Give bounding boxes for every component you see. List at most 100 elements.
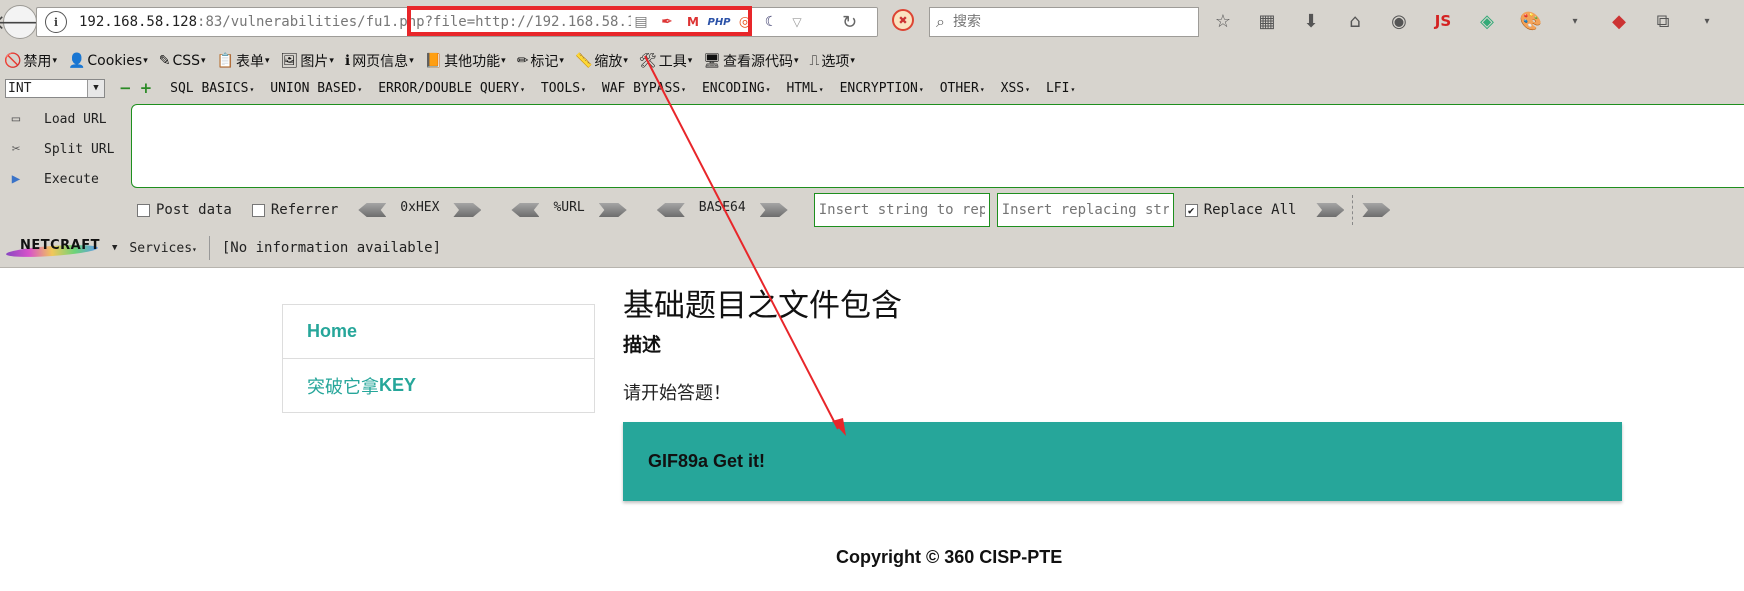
menu-item[interactable]: 📏 缩放 ▾ (575, 51, 628, 71)
chevron-down-icon: ▾ (765, 84, 771, 94)
hackbar-menu-label: ENCODING (701, 80, 765, 96)
search-box[interactable]: ⌕ (929, 7, 1199, 37)
load-url-button[interactable]: ▭ Load URL (6, 104, 114, 134)
hex-label: 0xHEX (400, 199, 440, 215)
hackbar-menu[interactable]: WAF BYPASS▾ (602, 81, 686, 96)
hackbar-menu[interactable]: XSS▾ (1001, 81, 1030, 96)
hackbar-menu-label: OTHER (939, 80, 979, 96)
hackbar-menu-label: SQL BASICS (170, 80, 249, 96)
js-toggle-icon[interactable]: JS (1430, 8, 1456, 34)
hackbar-menu-label: ENCRYPTION (839, 80, 918, 96)
clipboard-icon[interactable]: ⧉ (1650, 8, 1676, 34)
addon-dropdown-icon[interactable]: ▾ (1562, 8, 1588, 34)
menu-item[interactable]: 🚫 禁用 ▾ (4, 51, 57, 71)
form-icon: 📋 (216, 53, 235, 69)
netcraft-dropdown-icon[interactable]: ▼ (112, 243, 117, 253)
hackbar-menu[interactable]: ERROR/DOUBLE QUERY▾ (378, 81, 525, 96)
hackbar-menu[interactable]: LFI▾ (1046, 81, 1075, 96)
menu-item[interactable]: 👤 Cookies ▾ (68, 53, 148, 69)
home-icon[interactable]: ⌂ (1342, 8, 1368, 34)
menu-item[interactable]: 🖥 查看源代码 ▾ (703, 51, 798, 71)
menu-item-label: Cookies (87, 53, 143, 69)
url-decode-arrow-icon[interactable] (598, 203, 627, 217)
referrer-checkbox[interactable] (251, 203, 265, 217)
download-icon[interactable]: ⬇ (1298, 8, 1324, 34)
replace-all-label: Replace All (1203, 202, 1297, 218)
menu-item[interactable]: ℹ 网页信息 ▾ (345, 51, 414, 71)
menu-item[interactable]: 📋 表单 ▾ (217, 51, 270, 71)
hackbar-menu[interactable]: TOOLS▾ (541, 81, 586, 96)
url-encode-arrow-icon[interactable] (511, 203, 540, 217)
injection-type-select[interactable]: INT ▼ (5, 78, 105, 98)
hackbar-menu[interactable]: ENCRYPTION▾ (840, 81, 924, 96)
result-panel: GIF89a Get it! (623, 422, 1622, 501)
bookmark-star-icon[interactable]: ☆ (1210, 8, 1236, 34)
hackbar-menu-label: HTML (786, 80, 818, 96)
url-encoder: %URL (511, 199, 627, 218)
nav-home-link[interactable]: Home (283, 305, 594, 358)
menu-item[interactable]: ✎ CSS ▾ (159, 53, 206, 69)
site-info-icon[interactable]: i (45, 11, 67, 33)
hackbar-menu-label: WAF BYPASS (601, 80, 681, 96)
menu-item[interactable]: 🛠 工具 ▾ (639, 51, 692, 71)
menu-item[interactable]: 🖼 图片 ▾ (281, 51, 334, 71)
blocker-icon[interactable]: ✖ (892, 9, 914, 31)
menu-dropdown-icon[interactable]: ▾ (1694, 8, 1720, 34)
chevron-down-icon: ▾ (681, 84, 686, 94)
netcraft-logo[interactable]: NETCRAFT (5, 238, 100, 260)
reading-list-icon[interactable]: ▦ (1254, 8, 1280, 34)
base64-decode-arrow-icon[interactable] (759, 203, 788, 217)
replace-all-arrow-icon[interactable] (1362, 203, 1391, 217)
hackbar-menu[interactable]: UNION BASED▾ (270, 81, 362, 96)
decrease-icon[interactable]: − (119, 79, 132, 97)
menu-item-label: 网页信息 (352, 54, 409, 70)
no-icon: 🚫 (4, 53, 22, 69)
hackbar-menu[interactable]: SQL BASICS▾ (170, 81, 254, 96)
hackbar-menu[interactable]: OTHER▾ (940, 81, 985, 96)
annotation-highlight-box (407, 6, 752, 36)
nav-get-key-link[interactable]: 突破它拿 KEY (283, 358, 594, 412)
globe-icon[interactable]: ◉ (1386, 8, 1412, 34)
chevron-down-icon: ▾ (918, 84, 924, 94)
reload-icon[interactable]: ↻ (842, 12, 857, 33)
chevron-down-icon: ▾ (794, 56, 799, 66)
load-url-icon: ▭ (11, 111, 21, 127)
hex-encode-arrow-icon[interactable] (358, 203, 387, 217)
proxy-icon[interactable]: ◈ (1474, 8, 1500, 34)
image-icon: 🖼 (280, 53, 299, 69)
chevron-down-icon: ▾ (329, 56, 334, 66)
menu-item[interactable]: 📙 其他功能 ▾ (425, 51, 506, 71)
hackbar-menu[interactable]: HTML▾ (786, 81, 823, 96)
services-menu[interactable]: Services▾ (129, 241, 196, 256)
dropdown-icon[interactable]: ▽ (787, 12, 807, 32)
hackbar-menu[interactable]: ENCODING▾ (702, 81, 770, 96)
url-enc-label: %URL (553, 199, 585, 215)
wappalyzer-icon[interactable]: ☾ (761, 12, 781, 32)
menu-item[interactable]: ✏ 标记 ▾ (517, 51, 564, 71)
addon-shield-icon[interactable]: ◆ (1606, 8, 1632, 34)
replace-all-checkbox[interactable]: ✔ (1184, 203, 1198, 217)
post-data-checkbox[interactable] (137, 203, 150, 217)
chevron-down-icon: ▾ (559, 56, 564, 66)
replace-arrow-icon[interactable] (1316, 203, 1345, 217)
palette-icon[interactable]: 🎨 (1518, 8, 1544, 34)
search-icon: ⌕ (936, 12, 945, 31)
split-url-button[interactable]: ✂ Split URL (6, 134, 115, 164)
base64-encode-arrow-icon[interactable] (656, 203, 685, 217)
hex-decode-arrow-icon[interactable] (453, 203, 482, 217)
toolbar-icons: ☆ ▦ ⬇ ⌂ ◉ JS ◈ 🎨 ▾ ◆ ⧉ ▾ (1210, 8, 1738, 34)
separator (208, 236, 210, 260)
web-developer-menubar: 🚫 禁用 ▾ 👤 Cookies ▾ ✎ CSS ▾ 📋 表单 ▾ 🖼 图片 ▾ ℹ 网页信息 ▾ 📙 其他功能 ▾ ✏ 标… (0, 48, 866, 74)
execute-button[interactable]: ▶ Execute (6, 164, 114, 194)
menu-item[interactable]: ⎍ 选项 ▾ (810, 51, 855, 71)
search-input[interactable] (950, 13, 1175, 31)
find-string-input[interactable] (813, 193, 990, 227)
navigation-toolbar: 🡐 i 192.168.58.128:83/vulnerabilities/fu… (0, 0, 1744, 42)
menu-item-label: 其他功能 (444, 54, 501, 70)
increase-icon[interactable]: + (140, 79, 153, 97)
replace-string-input[interactable] (996, 193, 1174, 227)
netcraft-info: [No information available] (221, 240, 442, 256)
back-button[interactable]: 🡐 (0, 5, 47, 39)
marker-icon: ✏ (516, 53, 529, 69)
hackbar-url-textarea[interactable] (131, 104, 1744, 188)
